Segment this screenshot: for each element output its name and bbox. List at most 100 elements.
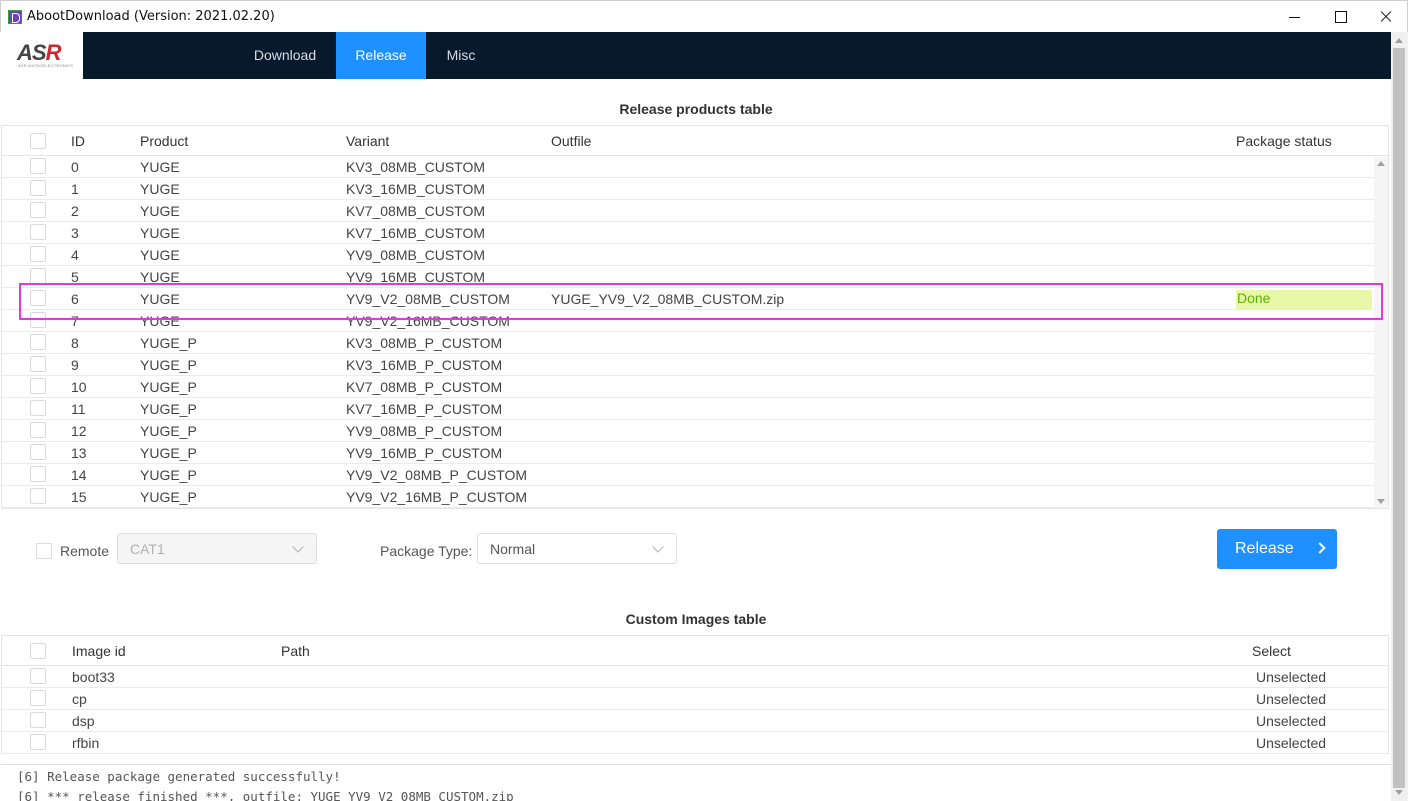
row-checkbox[interactable] [30,246,46,262]
col-image-id: Image id [72,643,126,659]
maximize-button[interactable] [1317,1,1363,33]
release-table-title: Release products table [619,101,773,117]
row-id: 5 [71,269,79,285]
row-checkbox[interactable] [30,180,46,196]
row-checkbox[interactable] [30,668,46,684]
row-product: YUGE_P [140,379,197,395]
row-checkbox[interactable] [30,356,46,372]
table-row[interactable]: 8 YUGE_P KV3_08MB_P_CUSTOM [2,332,1388,354]
row-checkbox[interactable] [30,312,46,328]
row-checkbox[interactable] [30,224,46,240]
row-checkbox[interactable] [30,400,46,416]
window-title: AbootDownload (Version: 2021.02.20) [27,9,275,24]
release-table-body: 0 YUGE KV3_08MB_CUSTOM 1 YUGE KV3_16MB_CUSTOM… [2,156,1388,508]
row-id: 10 [71,379,87,395]
table-row[interactable]: cp Unselected [2,688,1388,710]
row-variant: YV9_16MB_P_CUSTOM [346,445,503,461]
tab-download[interactable]: Download [235,32,335,79]
select-all-checkbox[interactable] [30,133,46,149]
row-variant: YV9_V2_16MB_CUSTOM [346,313,510,329]
row-select[interactable]: Unselected [1256,713,1326,729]
row-checkbox[interactable] [30,690,46,706]
row-checkbox[interactable] [30,290,46,306]
row-checkbox[interactable] [30,378,46,394]
row-variant: KV7_16MB_P_CUSTOM [346,401,503,417]
row-variant: YV9_08MB_P_CUSTOM [346,423,503,439]
table-row[interactable]: dsp Unselected [2,710,1388,732]
row-checkbox[interactable] [30,202,46,218]
table-row[interactable]: 9 YUGE_P KV3_16MB_P_CUSTOM [2,354,1388,376]
col-select: Select [1252,643,1291,659]
row-product: YUGE [140,313,180,329]
row-checkbox[interactable] [30,712,46,728]
remote-checkbox[interactable] [36,543,52,559]
row-product: YUGE_P [140,335,197,351]
row-checkbox[interactable] [30,734,46,750]
row-id: 8 [71,335,79,351]
table-row[interactable]: 10 YUGE_P KV7_08MB_P_CUSTOM [2,376,1388,398]
remote-select[interactable]: CAT1 [117,533,317,564]
table-row[interactable]: 13 YUGE_P YV9_16MB_P_CUSTOM [2,442,1388,464]
row-image-id: dsp [72,713,95,729]
row-checkbox[interactable] [30,334,46,350]
row-checkbox[interactable] [30,422,46,438]
row-image-id: cp [72,691,87,707]
minimize-button[interactable] [1271,1,1317,33]
table-row[interactable]: 5 YUGE YV9_16MB_CUSTOM [2,266,1388,288]
scroll-up-icon[interactable] [1395,38,1403,43]
nav-bar: ASR ASR MICROELECTRONICS Download Releas… [1,32,1391,79]
table-row[interactable]: 15 YUGE_P YV9_V2_16MB_P_CUSTOM [2,486,1388,508]
col-variant: Variant [346,133,390,149]
table-row[interactable]: 11 YUGE_P KV7_16MB_P_CUSTOM [2,398,1388,420]
row-checkbox[interactable] [30,488,46,504]
row-select[interactable]: Unselected [1256,669,1326,685]
scroll-down-icon[interactable] [1395,790,1403,795]
scroll-down-icon[interactable] [1377,499,1385,504]
release-table-scrollbar[interactable] [1374,157,1388,508]
row-variant: YV9_V2_08MB_P_CUSTOM [346,467,528,483]
tab-misc[interactable]: Misc [426,32,496,79]
row-product: YUGE [140,247,180,263]
package-type-select[interactable]: Normal [477,533,677,564]
row-id: 14 [71,467,87,483]
row-id: 9 [71,357,79,373]
row-select[interactable]: Unselected [1256,735,1326,751]
table-row[interactable]: 2 YUGE KV7_08MB_CUSTOM [2,200,1388,222]
table-row[interactable]: 3 YUGE KV7_16MB_CUSTOM [2,222,1388,244]
row-checkbox[interactable] [30,268,46,284]
table-row[interactable]: 0 YUGE KV3_08MB_CUSTOM [2,156,1388,178]
select-all-images-checkbox[interactable] [30,643,46,659]
row-id: 1 [71,181,79,197]
table-row[interactable]: boot33 Unselected [2,666,1388,688]
table-row[interactable]: 1 YUGE KV3_16MB_CUSTOM [2,178,1388,200]
row-checkbox[interactable] [30,158,46,174]
close-button[interactable] [1363,1,1408,33]
row-checkbox[interactable] [30,444,46,460]
table-row[interactable]: 12 YUGE_P YV9_08MB_P_CUSTOM [2,420,1388,442]
table-row[interactable]: rfbin Unselected [2,732,1388,754]
col-id: ID [71,133,85,149]
remote-select-value: CAT1 [130,541,165,557]
log-panel[interactable]: [6] Release package generated successful… [1,764,1391,801]
table-row[interactable]: 4 YUGE YV9_08MB_CUSTOM [2,244,1388,266]
table-row[interactable]: 14 YUGE_P YV9_V2_08MB_P_CUSTOM [2,464,1388,486]
row-select[interactable]: Unselected [1256,691,1326,707]
asr-logo: ASR ASR MICROELECTRONICS [1,32,83,79]
row-variant: KV3_16MB_P_CUSTOM [346,357,503,373]
table-row[interactable]: 7 YUGE YV9_V2_16MB_CUSTOM [2,310,1388,332]
row-product: YUGE [140,181,180,197]
images-table-body: boot33 Unselected cp Unselected dsp Unselecte… [2,666,1388,754]
table-row[interactable]: 6 YUGE YV9_V2_08MB_CUSTOM YUGE_YV9_V2_08MB_… [2,288,1388,310]
window-scrollbar[interactable] [1391,32,1408,801]
row-id: 4 [71,247,79,263]
scrollbar-thumb[interactable] [1393,48,1405,788]
tab-release[interactable]: Release [336,32,426,79]
chevron-down-icon [292,541,304,553]
scroll-up-icon[interactable] [1377,161,1385,166]
custom-images-table: Image id Path Select boot33 Unselected cp U… [1,635,1389,754]
release-button-label: Release [1235,540,1294,557]
row-variant: YV9_V2_16MB_P_CUSTOM [346,489,528,505]
row-checkbox[interactable] [30,466,46,482]
release-button[interactable]: Release [1217,529,1337,569]
row-product: YUGE [140,269,180,285]
